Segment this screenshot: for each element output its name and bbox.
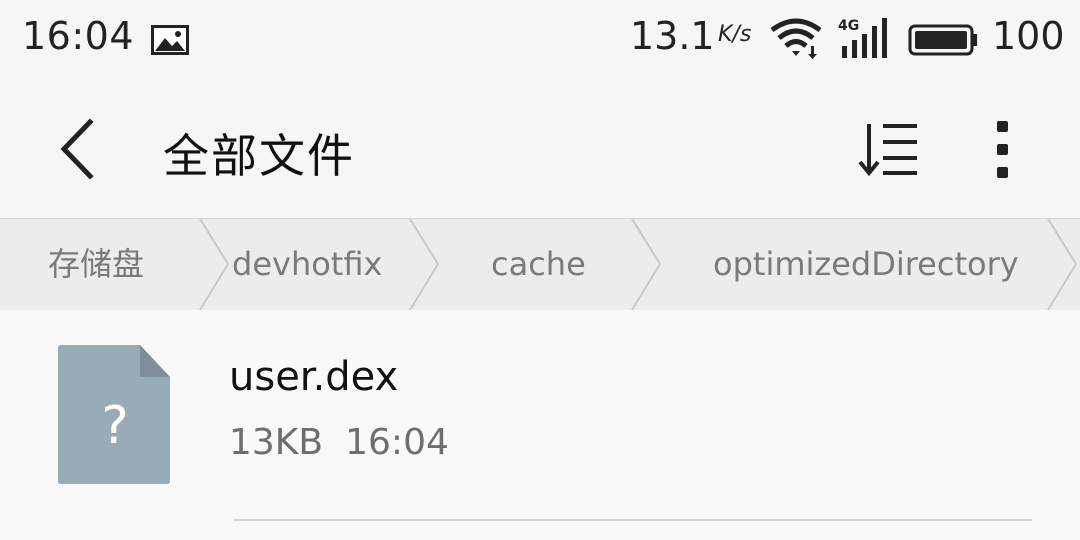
- sort-button[interactable]: [855, 118, 925, 184]
- breadcrumb-item-storage[interactable]: 存储盘: [48, 219, 144, 310]
- battery-icon: [908, 24, 978, 60]
- net-speed: 13.1: [630, 14, 715, 58]
- wifi-icon: [770, 18, 822, 64]
- file-name: user.dex: [229, 354, 399, 400]
- file-size: 13KB: [229, 422, 324, 463]
- breadcrumb-separator: [631, 219, 662, 310]
- file-modified-time: 16:04: [345, 422, 449, 463]
- breadcrumb: 存储盘 devhotfix cache optimizedDirectory: [0, 218, 1080, 311]
- file-meta: 13KB 16:04: [229, 422, 449, 463]
- sort-icon: [858, 124, 917, 177]
- file-icon-glyph: ?: [101, 396, 129, 456]
- network-type: 4G: [838, 18, 859, 34]
- unknown-file-icon: ?: [58, 345, 172, 489]
- back-button[interactable]: [50, 116, 110, 182]
- status-time: 16:04: [22, 14, 135, 58]
- page-title: 全部文件: [163, 129, 355, 183]
- net-speed-unit: K/s: [718, 22, 752, 47]
- file-list: ? user.dex 13KB 16:04: [0, 310, 1080, 540]
- file-row[interactable]: ? user.dex 13KB 16:04: [0, 310, 1080, 540]
- breadcrumb-item-devhotfix[interactable]: devhotfix: [232, 219, 408, 310]
- battery-level: 100: [992, 14, 1065, 58]
- breadcrumb-item-optimizeddirectory[interactable]: optimizedDirectory: [713, 219, 1019, 310]
- more-options-button[interactable]: [990, 118, 1016, 184]
- gallery-icon: [150, 24, 190, 60]
- app-bar: 全部文件: [0, 78, 1080, 218]
- more-vertical-icon: [997, 121, 1008, 178]
- breadcrumb-separator: [1047, 219, 1078, 310]
- breadcrumb-separator: [409, 219, 440, 310]
- breadcrumb-separator: [199, 219, 230, 310]
- status-bar: 16:04 13.1 K/s 4G 100: [0, 0, 1080, 78]
- signal-icon: 4G: [836, 14, 894, 64]
- breadcrumb-item-cache[interactable]: cache: [491, 219, 586, 310]
- row-divider: [234, 519, 1032, 521]
- back-arrow-icon: [60, 118, 94, 180]
